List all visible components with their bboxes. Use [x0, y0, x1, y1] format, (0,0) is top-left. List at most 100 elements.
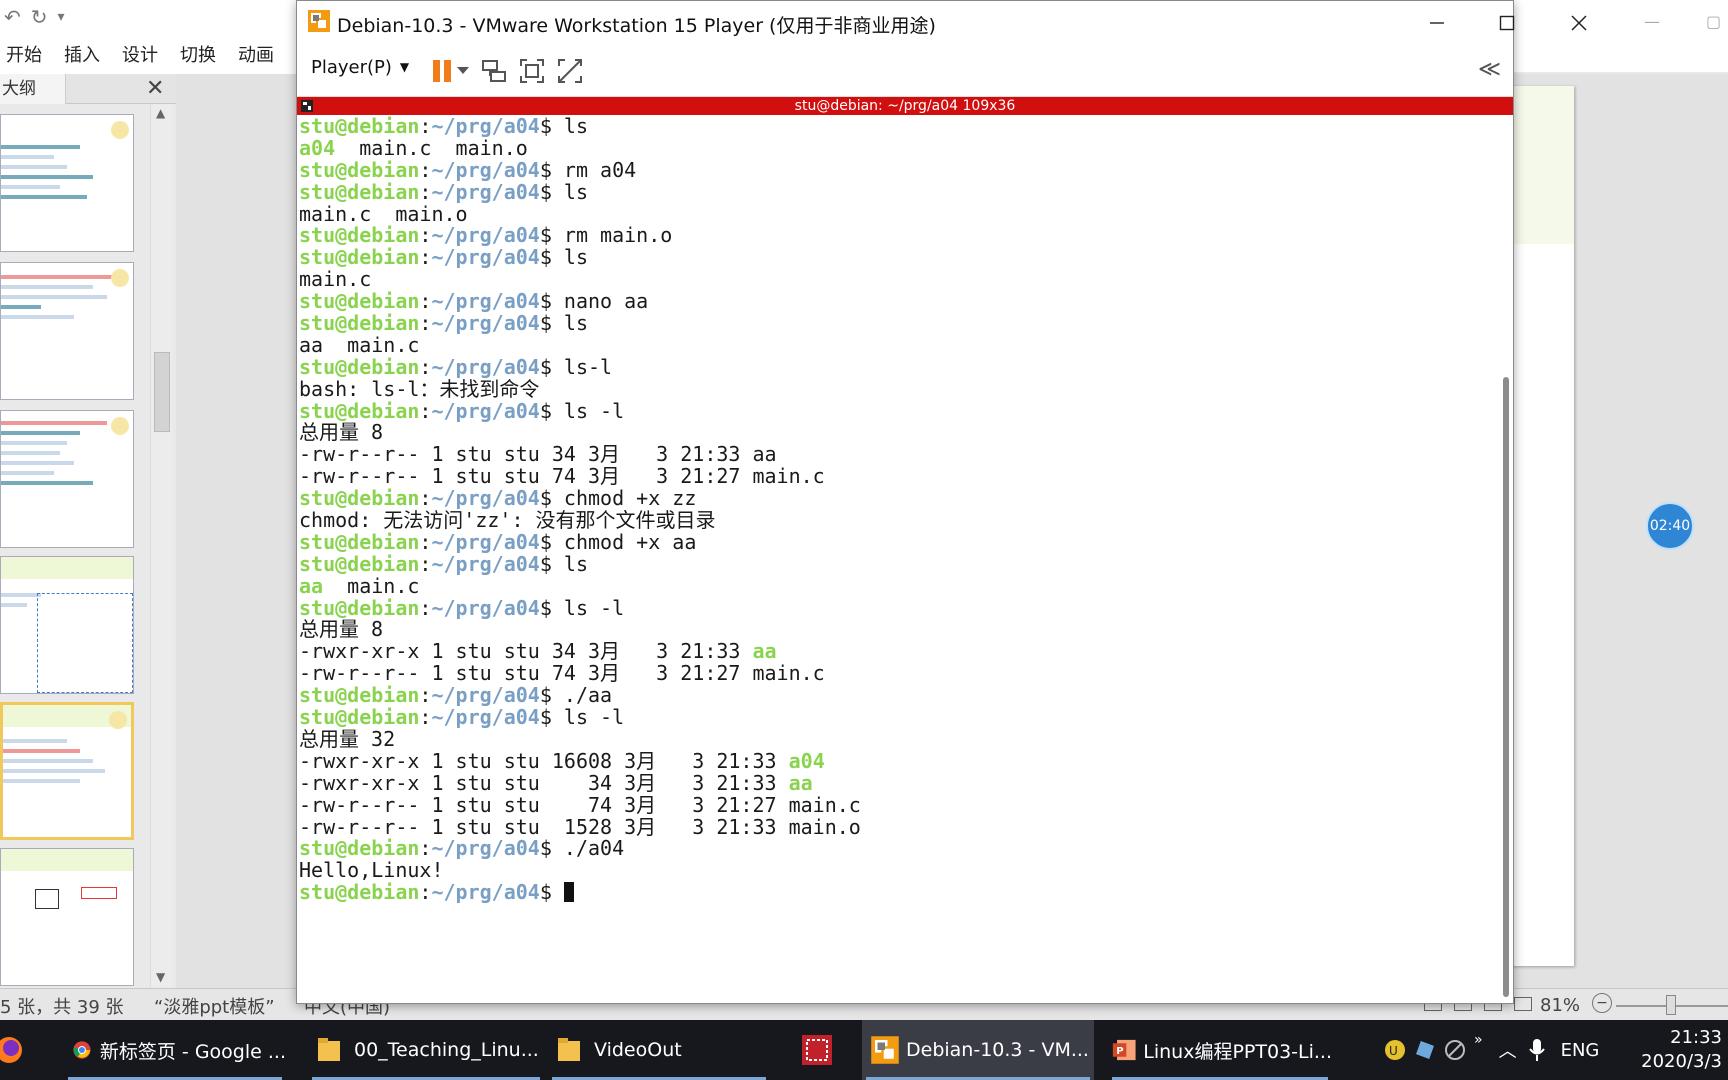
prompt-user: stu@debian [299, 705, 420, 730]
ppt-restore-icon[interactable]: ▢ [1706, 12, 1721, 31]
customize-qat-icon[interactable]: ▾ [58, 9, 65, 25]
terminal-output-line: Hello,Linux! [299, 859, 1499, 882]
output-text: -rwxr-xr-x 1 stu stu 34 3月 3 21:33 [299, 770, 789, 795]
slide-thumbnail[interactable] [0, 410, 134, 548]
terminal-title: stu@debian: ~/prg/a04 109x36 [794, 98, 1016, 114]
scroll-up-icon[interactable]: ▲ [156, 106, 165, 120]
vmware-titlebar: Debian-10.3 - VMware Workstation 15 Play… [297, 1, 1587, 45]
terminal-command-line: stu@debian:~/prg/a04$ ./a04 [299, 836, 1499, 861]
tray-app-icon[interactable]: U [1384, 1039, 1406, 1061]
prompt-user: stu@debian [299, 311, 420, 336]
zoom-out-icon[interactable]: − [1592, 993, 1612, 1013]
terminal-output-line: -rw-r--r-- 1 stu stu 74 3月 3 21:27 main.… [299, 662, 1499, 685]
clock-time: 21:33 [1670, 1027, 1722, 1048]
ribbon-tab-home[interactable]: 开始 [6, 41, 42, 67]
ribbon-tab-transitions[interactable]: 切换 [180, 41, 216, 67]
terminal-active-prompt: stu@debian:~/prg/a04$ [299, 880, 1499, 905]
taskbar-item-recorder[interactable] [792, 1020, 842, 1080]
scrollbar-thumb[interactable] [1503, 377, 1509, 997]
scrollbar-thumb[interactable] [154, 352, 170, 432]
taskbar-item-chrome[interactable]: 新标签页 - Google ... [64, 1020, 286, 1080]
terminal-scrollbar[interactable] [1499, 115, 1513, 1001]
zoom-level[interactable]: 81% [1540, 995, 1580, 1016]
terminal-output: stu@debian:~/prg/a04$ ls a04 main.c main.… [299, 114, 1499, 905]
prompt-user: stu@debian [299, 223, 420, 248]
prompt-symbol: $ [539, 114, 552, 138]
prompt-user: stu@debian [299, 114, 420, 138]
power-options-button[interactable] [453, 55, 473, 87]
slide-thumbnail[interactable] [0, 114, 134, 252]
terminal-output-line: -rw-r--r-- 1 stu stu 74 3月 3 21:27 main.… [299, 794, 1499, 817]
slide-thumbnail[interactable] [0, 556, 134, 694]
slide-thumbnail[interactable] [0, 262, 134, 400]
unity-button[interactable] [553, 55, 587, 87]
network-devices-icon [482, 60, 506, 82]
output-text: main.c main.o [335, 135, 528, 160]
prompt-path: ~/prg/a04 [431, 157, 540, 182]
recording-timer[interactable]: 02:40 [1646, 502, 1694, 550]
prompt-user: stu@debian [299, 486, 420, 511]
show-hidden-icons-icon[interactable]: ︿ [1499, 1037, 1517, 1063]
ribbon-tab-animations[interactable]: 动画 [238, 41, 274, 67]
full-screen-button[interactable] [515, 55, 549, 87]
terminal-command-line: stu@debian:~/prg/a04$ nano aa [299, 289, 1499, 314]
taskbar-item-vmware[interactable]: Debian-10.3 - VM... [862, 1020, 1094, 1080]
microphone-icon[interactable] [1528, 1038, 1545, 1062]
taskbar-item-powerpoint[interactable]: P Linux编程PPT03-Li... [1108, 1020, 1332, 1080]
more-tray-icon[interactable]: » [1474, 1032, 1483, 1048]
terminal-command-line: stu@debian:~/prg/a04$ chmod +x zz [299, 486, 1499, 511]
slide-thumbnail-selected[interactable] [0, 702, 134, 840]
slide-thumbnail[interactable] [0, 848, 134, 986]
maximize-icon [1499, 15, 1515, 31]
prompt-separator: : [419, 398, 432, 423]
collapse-toolbar-icon[interactable]: ≪ [1478, 57, 1501, 82]
player-menu-button[interactable]: Player(P) ▼ [311, 57, 409, 78]
prompt-symbol: $ [539, 595, 552, 620]
prompt-separator: : [419, 311, 432, 336]
player-menu-label: Player(P) [311, 57, 392, 78]
command-text: rm a04 [551, 157, 637, 182]
undo-icon[interactable]: ↶ [4, 5, 21, 29]
output-text: 总用量 8 [299, 617, 384, 642]
ppt-minimize-icon[interactable]: — [1644, 12, 1660, 31]
slideshow-icon[interactable] [1514, 997, 1532, 1011]
prompt-path: ~/prg/a04 [431, 595, 540, 620]
maximize-button[interactable] [1487, 7, 1527, 39]
taskbar-item-folder-videoout[interactable]: VideoOut [548, 1020, 770, 1080]
prompt-path: ~/prg/a04 [431, 289, 540, 314]
scroll-down-icon[interactable]: ▼ [156, 970, 165, 984]
prompt-symbol: $ [539, 354, 552, 379]
terminal-output-line: 总用量 8 [299, 422, 1499, 444]
minimize-button[interactable] [1417, 7, 1457, 39]
terminal-command-line: stu@debian:~/prg/a04$ ls -l [299, 398, 1499, 423]
ribbon-tab-design[interactable]: 设计 [122, 41, 158, 67]
prompt-separator: : [419, 705, 432, 730]
redo-icon[interactable]: ↻ [31, 5, 48, 29]
tray-pen-icon[interactable] [1414, 1039, 1436, 1061]
command-text: ls [551, 114, 589, 138]
ribbon-tab-insert[interactable]: 插入 [64, 41, 100, 67]
taskbar-clock[interactable]: 21:33 2020/3/3 [1636, 1026, 1722, 1074]
close-button[interactable] [1559, 7, 1599, 39]
vm-terminal[interactable]: stu@debian: ~/prg/a04 109x36 stu@debian:… [297, 97, 1513, 1003]
command-text: ls -l [551, 705, 625, 730]
prompt-user: stu@debian [299, 836, 420, 861]
prompt-symbol: $ [539, 311, 552, 336]
terminal-command-line: stu@debian:~/prg/a04$ ls [299, 114, 1499, 138]
tab-outline[interactable]: 大纲 [0, 74, 66, 104]
input-language[interactable]: ENG [1561, 1040, 1600, 1061]
theme-name: “淡雅ppt模板” [154, 997, 275, 1018]
thumbnails-scrollbar[interactable]: ▲ ▼ [150, 104, 172, 988]
prompt-path: ~/prg/a04 [431, 398, 540, 423]
tray-settings-icon[interactable] [1444, 1039, 1466, 1061]
zoom-slider-knob[interactable] [1666, 995, 1676, 1015]
prompt-path: ~/prg/a04 [431, 245, 540, 270]
firefox-taskbar-button[interactable] [0, 1020, 40, 1080]
terminal-icon [301, 100, 313, 112]
close-icon[interactable]: ✕ [146, 76, 164, 101]
prompt-user: stu@debian [299, 880, 420, 905]
command-text: ls -l [551, 595, 625, 620]
taskbar-item-folder-teaching[interactable]: 00_Teaching_Linu... [308, 1020, 544, 1080]
prompt-user: stu@debian [299, 529, 420, 554]
send-ctrl-alt-del-button[interactable] [477, 55, 511, 87]
